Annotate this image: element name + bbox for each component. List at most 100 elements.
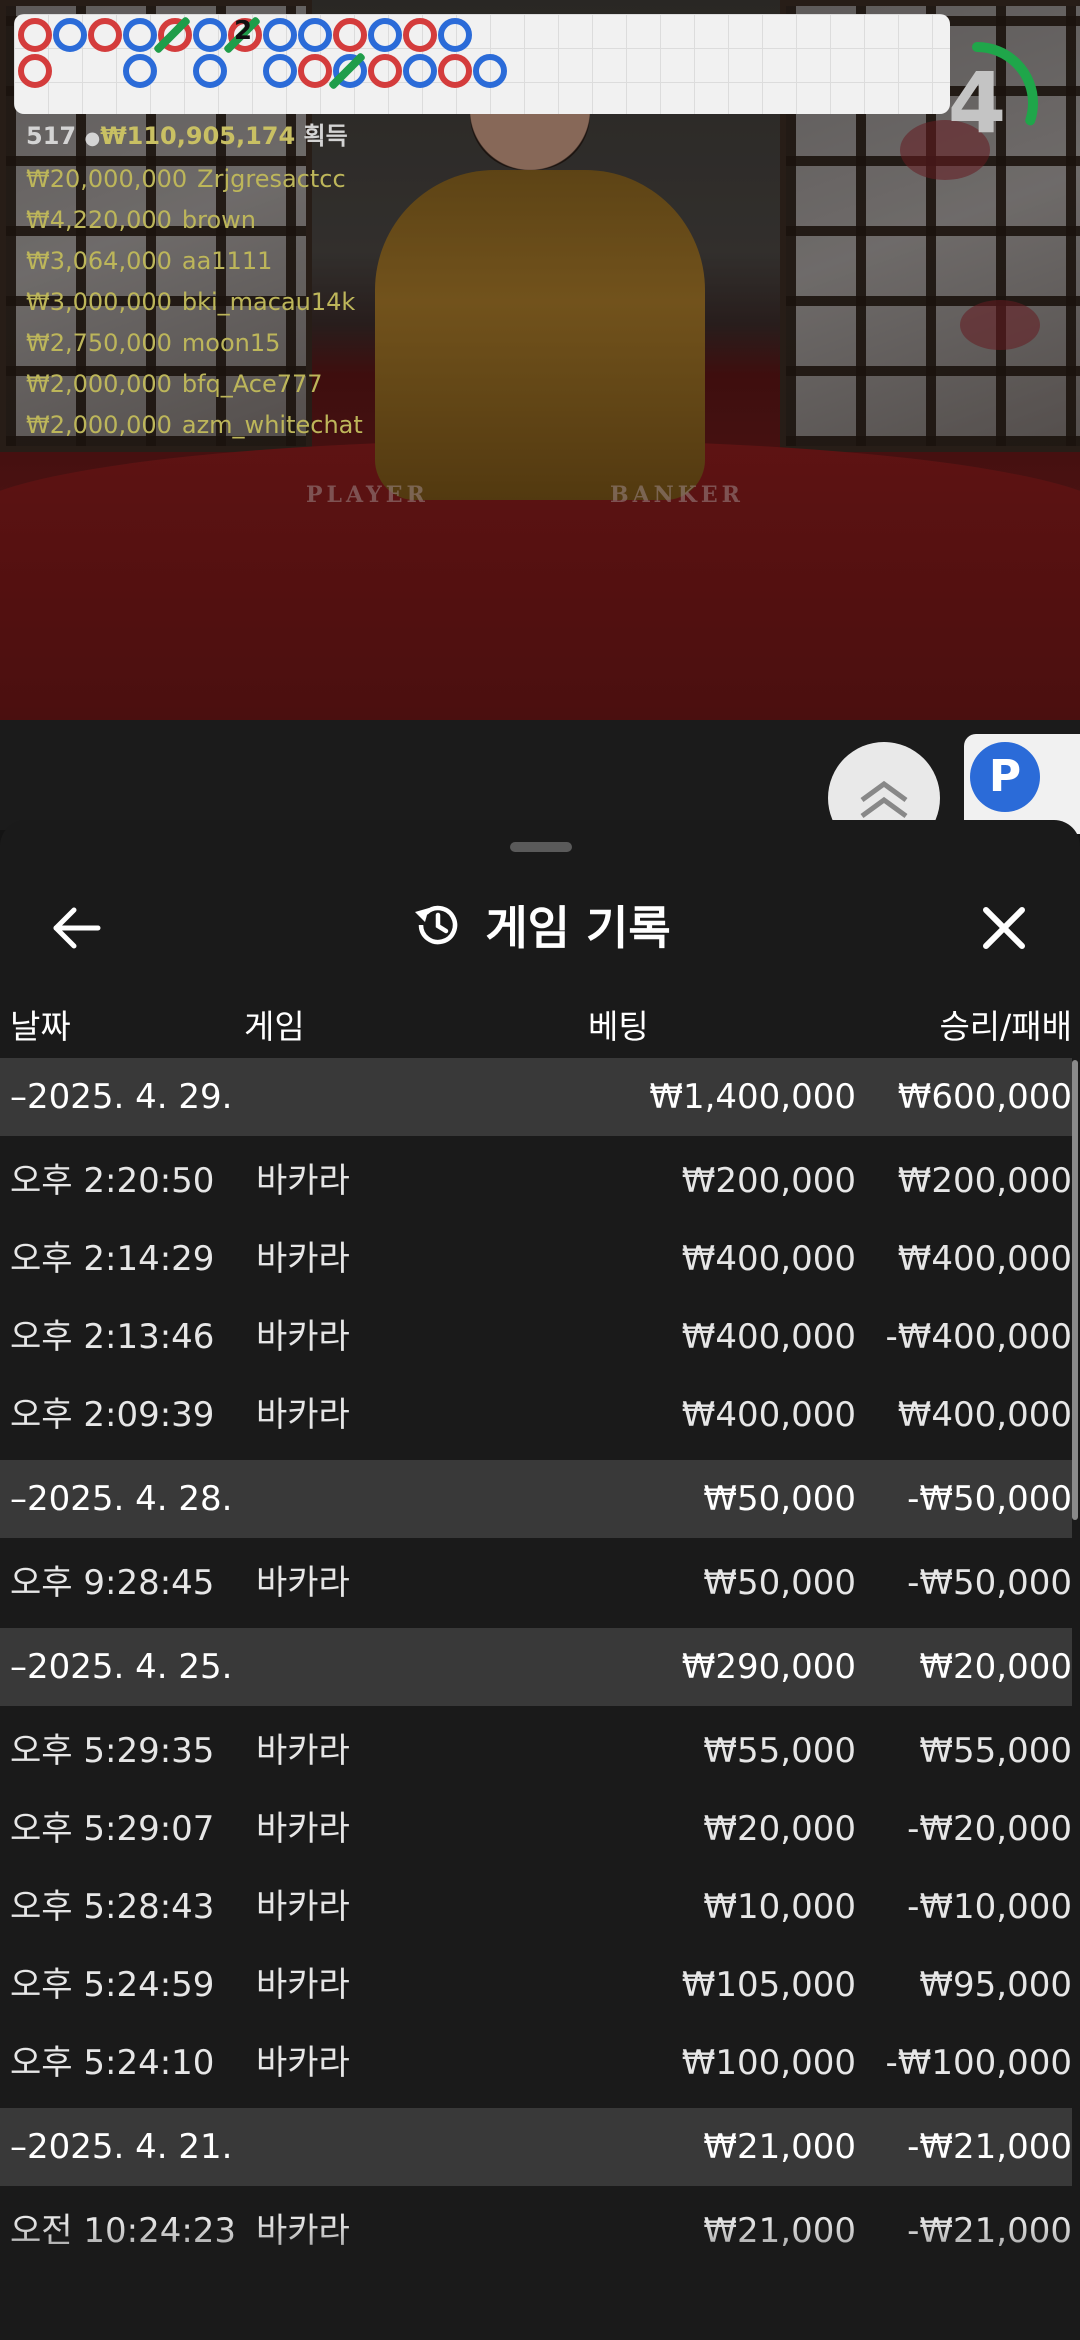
back-button[interactable] bbox=[40, 892, 112, 964]
game-record-row[interactable]: 오후 2:20:50 바카라 ₩200,000 ₩200,000 bbox=[0, 1142, 1072, 1220]
group-bet-total: ₩290,000 bbox=[681, 1647, 856, 1687]
winner-amount: ₩4,220,000 bbox=[26, 206, 172, 234]
game-record-row[interactable]: 오후 5:29:07 바카라 ₩20,000 -₩20,000 bbox=[0, 1790, 1072, 1868]
game-record-row[interactable]: 오후 2:14:29 바카라 ₩400,000 ₩400,000 bbox=[0, 1220, 1072, 1298]
group-bet-total: ₩50,000 bbox=[703, 1479, 856, 1519]
column-header-game: 게임 bbox=[244, 1007, 305, 1046]
record-result: -₩10,000 bbox=[907, 1887, 1072, 1927]
player-bead bbox=[193, 54, 227, 88]
group-bet-total: ₩21,000 bbox=[703, 2127, 856, 2167]
mini-roadmap[interactable]: P bbox=[964, 734, 1080, 834]
date-group-row[interactable]: –2025. 4. 21. ₩21,000 -₩21,000 bbox=[0, 2108, 1072, 2186]
column-header-result: 승리/패배 bbox=[939, 1007, 1072, 1046]
winners-suffix: 획득 bbox=[303, 122, 348, 150]
winners-list: 517 ●₩110,905,174 획득 ₩20,000,000 Zrjgresa… bbox=[26, 116, 446, 446]
winners-count: 517 bbox=[26, 122, 77, 150]
winner-row: ₩3,000,000 bki_macau14k bbox=[26, 282, 446, 323]
record-game: 바카라 bbox=[256, 1317, 350, 1357]
game-record-row[interactable]: 오후 2:09:39 바카라 ₩400,000 ₩400,000 bbox=[0, 1376, 1072, 1454]
record-time: 오후 5:29:35 bbox=[10, 1731, 215, 1771]
player-bead bbox=[123, 54, 157, 88]
record-time: 오후 2:14:29 bbox=[10, 1239, 215, 1279]
player-bead bbox=[403, 54, 437, 88]
bead-road[interactable]: 2 bbox=[14, 14, 950, 114]
column-header-date: 날짜 bbox=[10, 1007, 71, 1046]
sheet-drag-handle[interactable] bbox=[510, 842, 572, 852]
record-game: 바카라 bbox=[256, 1887, 350, 1927]
record-result: -₩400,000 bbox=[885, 1317, 1073, 1357]
record-bet: ₩20,000 bbox=[703, 1809, 856, 1849]
date-group-row[interactable]: –2025. 4. 28. ₩50,000 -₩50,000 bbox=[0, 1460, 1072, 1538]
group-date: –2025. 4. 21. bbox=[10, 2127, 233, 2167]
record-bet: ₩400,000 bbox=[681, 1239, 856, 1279]
winner-row: ₩2,750,000 moon15 bbox=[26, 323, 446, 364]
tie-count-label: 2 bbox=[234, 16, 253, 46]
group-date: –2025. 4. 25. bbox=[10, 1647, 233, 1687]
winner-name: azm_whitechat bbox=[181, 411, 363, 439]
group-date: –2025. 4. 28. bbox=[10, 1479, 233, 1519]
record-game: 바카라 bbox=[256, 2043, 350, 2083]
player-bead bbox=[193, 18, 227, 52]
record-result: -₩20,000 bbox=[907, 1809, 1072, 1849]
banker-bead bbox=[438, 54, 472, 88]
player-bead bbox=[473, 54, 507, 88]
record-result: ₩400,000 bbox=[897, 1239, 1072, 1279]
record-time: 오후 5:29:07 bbox=[10, 1809, 215, 1849]
record-time: 오후 5:24:10 bbox=[10, 2043, 215, 2083]
banker-bead bbox=[18, 54, 52, 88]
record-time: 오후 2:09:39 bbox=[10, 1395, 215, 1435]
winner-row: ₩20,000,000 Zrjgresactcc bbox=[26, 159, 446, 200]
group-result-total: ₩600,000 bbox=[897, 1077, 1072, 1117]
date-group-row[interactable]: –2025. 4. 25. ₩290,000 ₩20,000 bbox=[0, 1628, 1072, 1706]
winner-name: aa1111 bbox=[181, 247, 273, 275]
game-record-row[interactable]: 오후 5:24:10 바카라 ₩100,000 -₩100,000 bbox=[0, 2024, 1072, 2102]
record-result: ₩55,000 bbox=[919, 1731, 1072, 1771]
record-game: 바카라 bbox=[256, 1161, 350, 1201]
record-time: 오후 5:28:43 bbox=[10, 1887, 215, 1927]
banker-bead bbox=[333, 18, 367, 52]
banker-bead bbox=[88, 18, 122, 52]
record-bet: ₩200,000 bbox=[681, 1161, 856, 1201]
group-date: –2025. 4. 29. bbox=[10, 1077, 233, 1117]
record-bet: ₩100,000 bbox=[681, 2043, 856, 2083]
history-list[interactable]: –2025. 4. 29. ₩1,400,000 ₩600,000 오후 2:20:5… bbox=[0, 1058, 1072, 2276]
scrollbar[interactable] bbox=[1072, 1060, 1078, 1520]
winners-header: 517 ●₩110,905,174 획득 bbox=[26, 116, 446, 151]
sheet-title: 게임 기록 bbox=[485, 901, 671, 955]
player-bead bbox=[368, 18, 402, 52]
column-header-bet: 베팅 bbox=[588, 1007, 649, 1046]
record-bet: ₩50,000 bbox=[703, 1563, 856, 1603]
winner-amount: ₩2,750,000 bbox=[26, 329, 172, 357]
record-result: ₩400,000 bbox=[897, 1395, 1072, 1435]
winner-row: ₩3,064,000 aa1111 bbox=[26, 241, 446, 282]
winner-amount: ₩20,000,000 bbox=[26, 165, 188, 193]
group-result-total: ₩20,000 bbox=[919, 1647, 1072, 1687]
game-record-row[interactable]: 오후 5:29:35 바카라 ₩55,000 ₩55,000 bbox=[0, 1712, 1072, 1790]
banker-bead bbox=[18, 18, 52, 52]
history-icon bbox=[415, 905, 458, 945]
banker-bead bbox=[368, 54, 402, 88]
chevron-up-icon bbox=[860, 780, 908, 819]
banker-bead bbox=[403, 18, 437, 52]
game-record-row[interactable]: 오후 5:28:43 바카라 ₩10,000 -₩10,000 bbox=[0, 1868, 1072, 1946]
player-bead bbox=[438, 18, 472, 52]
game-record-row[interactable]: 오후 5:24:59 바카라 ₩105,000 ₩95,000 bbox=[0, 1946, 1072, 2024]
date-group-row[interactable]: –2025. 4. 29. ₩1,400,000 ₩600,000 bbox=[0, 1058, 1072, 1136]
close-button[interactable] bbox=[968, 892, 1040, 964]
record-game: 바카라 bbox=[256, 1563, 350, 1603]
winner-amount: ₩2,000,000 bbox=[26, 411, 172, 439]
winner-row: ₩2,000,000 azm_whitechat bbox=[26, 405, 446, 446]
game-record-row[interactable]: 오후 2:13:46 바카라 ₩400,000 -₩400,000 bbox=[0, 1298, 1072, 1376]
record-game: 바카라 bbox=[256, 1239, 350, 1279]
winner-amount: ₩3,000,000 bbox=[26, 288, 172, 316]
record-time: 오후 5:24:59 bbox=[10, 1965, 215, 2005]
winner-amount: ₩3,064,000 bbox=[26, 247, 172, 275]
group-bet-total: ₩1,400,000 bbox=[649, 1077, 856, 1117]
record-game: 바카라 bbox=[256, 1395, 350, 1435]
record-bet: ₩10,000 bbox=[703, 1887, 856, 1927]
winner-amount: ₩2,000,000 bbox=[26, 370, 172, 398]
list-fade bbox=[0, 2220, 1080, 2340]
game-record-row[interactable]: 오후 9:28:45 바카라 ₩50,000 -₩50,000 bbox=[0, 1544, 1072, 1622]
record-time: 오후 2:13:46 bbox=[10, 1317, 215, 1357]
record-result: -₩100,000 bbox=[885, 2043, 1073, 2083]
